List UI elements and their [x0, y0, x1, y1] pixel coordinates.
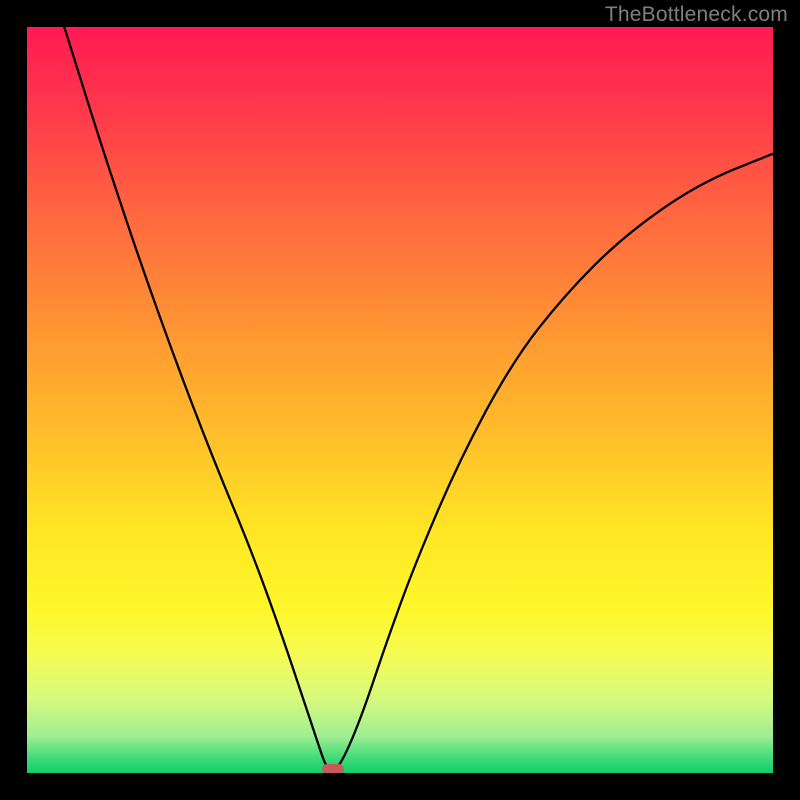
plot-area [27, 27, 773, 773]
plot-frame: TheBottleneck.com [0, 0, 800, 800]
optimal-marker [322, 764, 344, 773]
plot-background-gradient [27, 27, 773, 773]
watermark-text: TheBottleneck.com [605, 3, 788, 27]
